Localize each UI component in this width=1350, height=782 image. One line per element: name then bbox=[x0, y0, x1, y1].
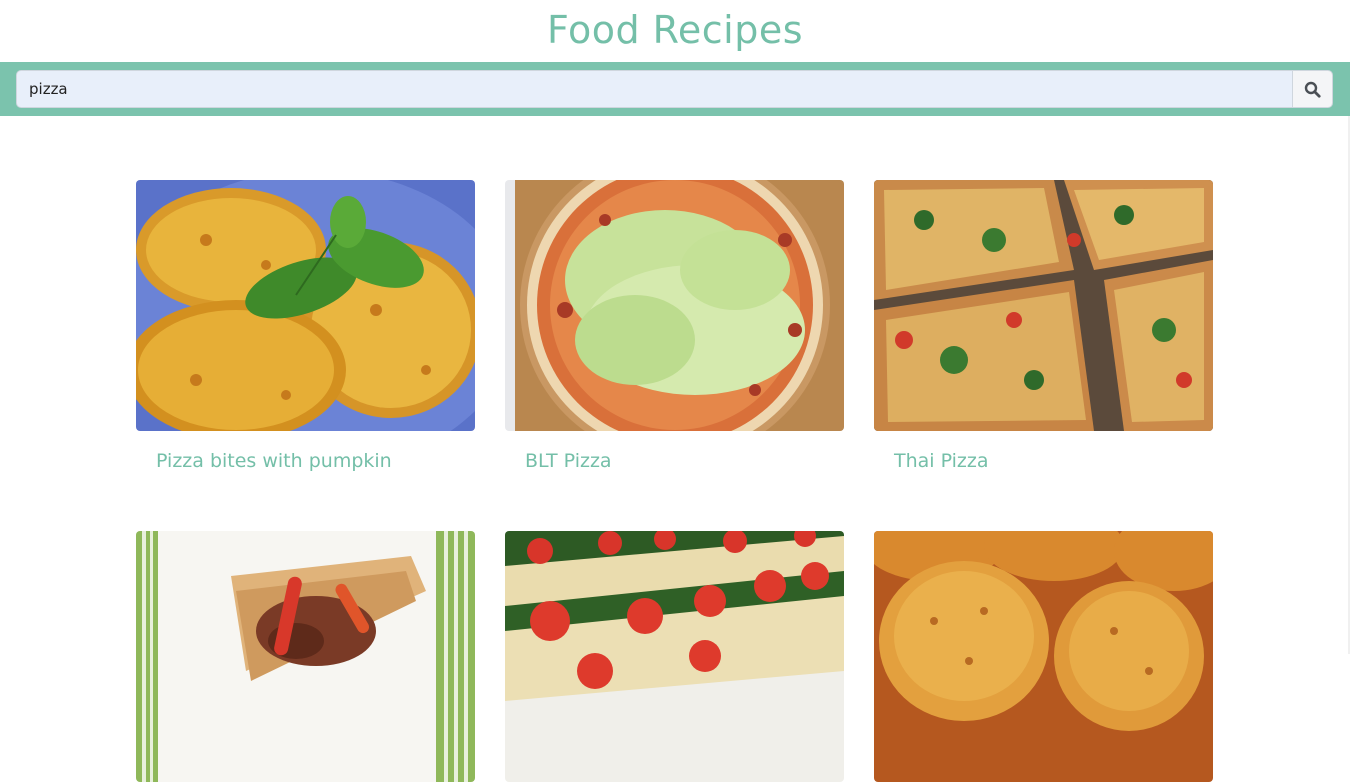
recipe-title[interactable]: BLT Pizza bbox=[525, 450, 612, 472]
page-title: Food Recipes bbox=[546, 8, 804, 52]
recipe-card[interactable] bbox=[136, 531, 475, 782]
recipe-image[interactable] bbox=[505, 531, 844, 782]
recipe-card[interactable] bbox=[505, 531, 844, 782]
recipe-card[interactable]: Thai Pizza bbox=[874, 180, 1213, 472]
search-bar bbox=[0, 62, 1350, 116]
recipe-image[interactable] bbox=[874, 180, 1213, 431]
recipe-image[interactable] bbox=[136, 180, 475, 431]
recipe-card[interactable]: Pizza bites with pumpkin bbox=[136, 180, 475, 472]
recipe-title[interactable]: Thai Pizza bbox=[894, 450, 989, 472]
search-input[interactable] bbox=[16, 70, 1292, 108]
recipe-image[interactable] bbox=[136, 531, 475, 782]
recipe-title[interactable]: Pizza bites with pumpkin bbox=[156, 450, 392, 472]
recipe-card[interactable]: BLT Pizza bbox=[505, 180, 844, 472]
search-button[interactable] bbox=[1292, 70, 1333, 108]
recipe-card[interactable] bbox=[874, 531, 1213, 782]
recipe-image[interactable] bbox=[874, 531, 1213, 782]
search-icon bbox=[1304, 81, 1321, 98]
recipe-image[interactable] bbox=[505, 180, 844, 431]
